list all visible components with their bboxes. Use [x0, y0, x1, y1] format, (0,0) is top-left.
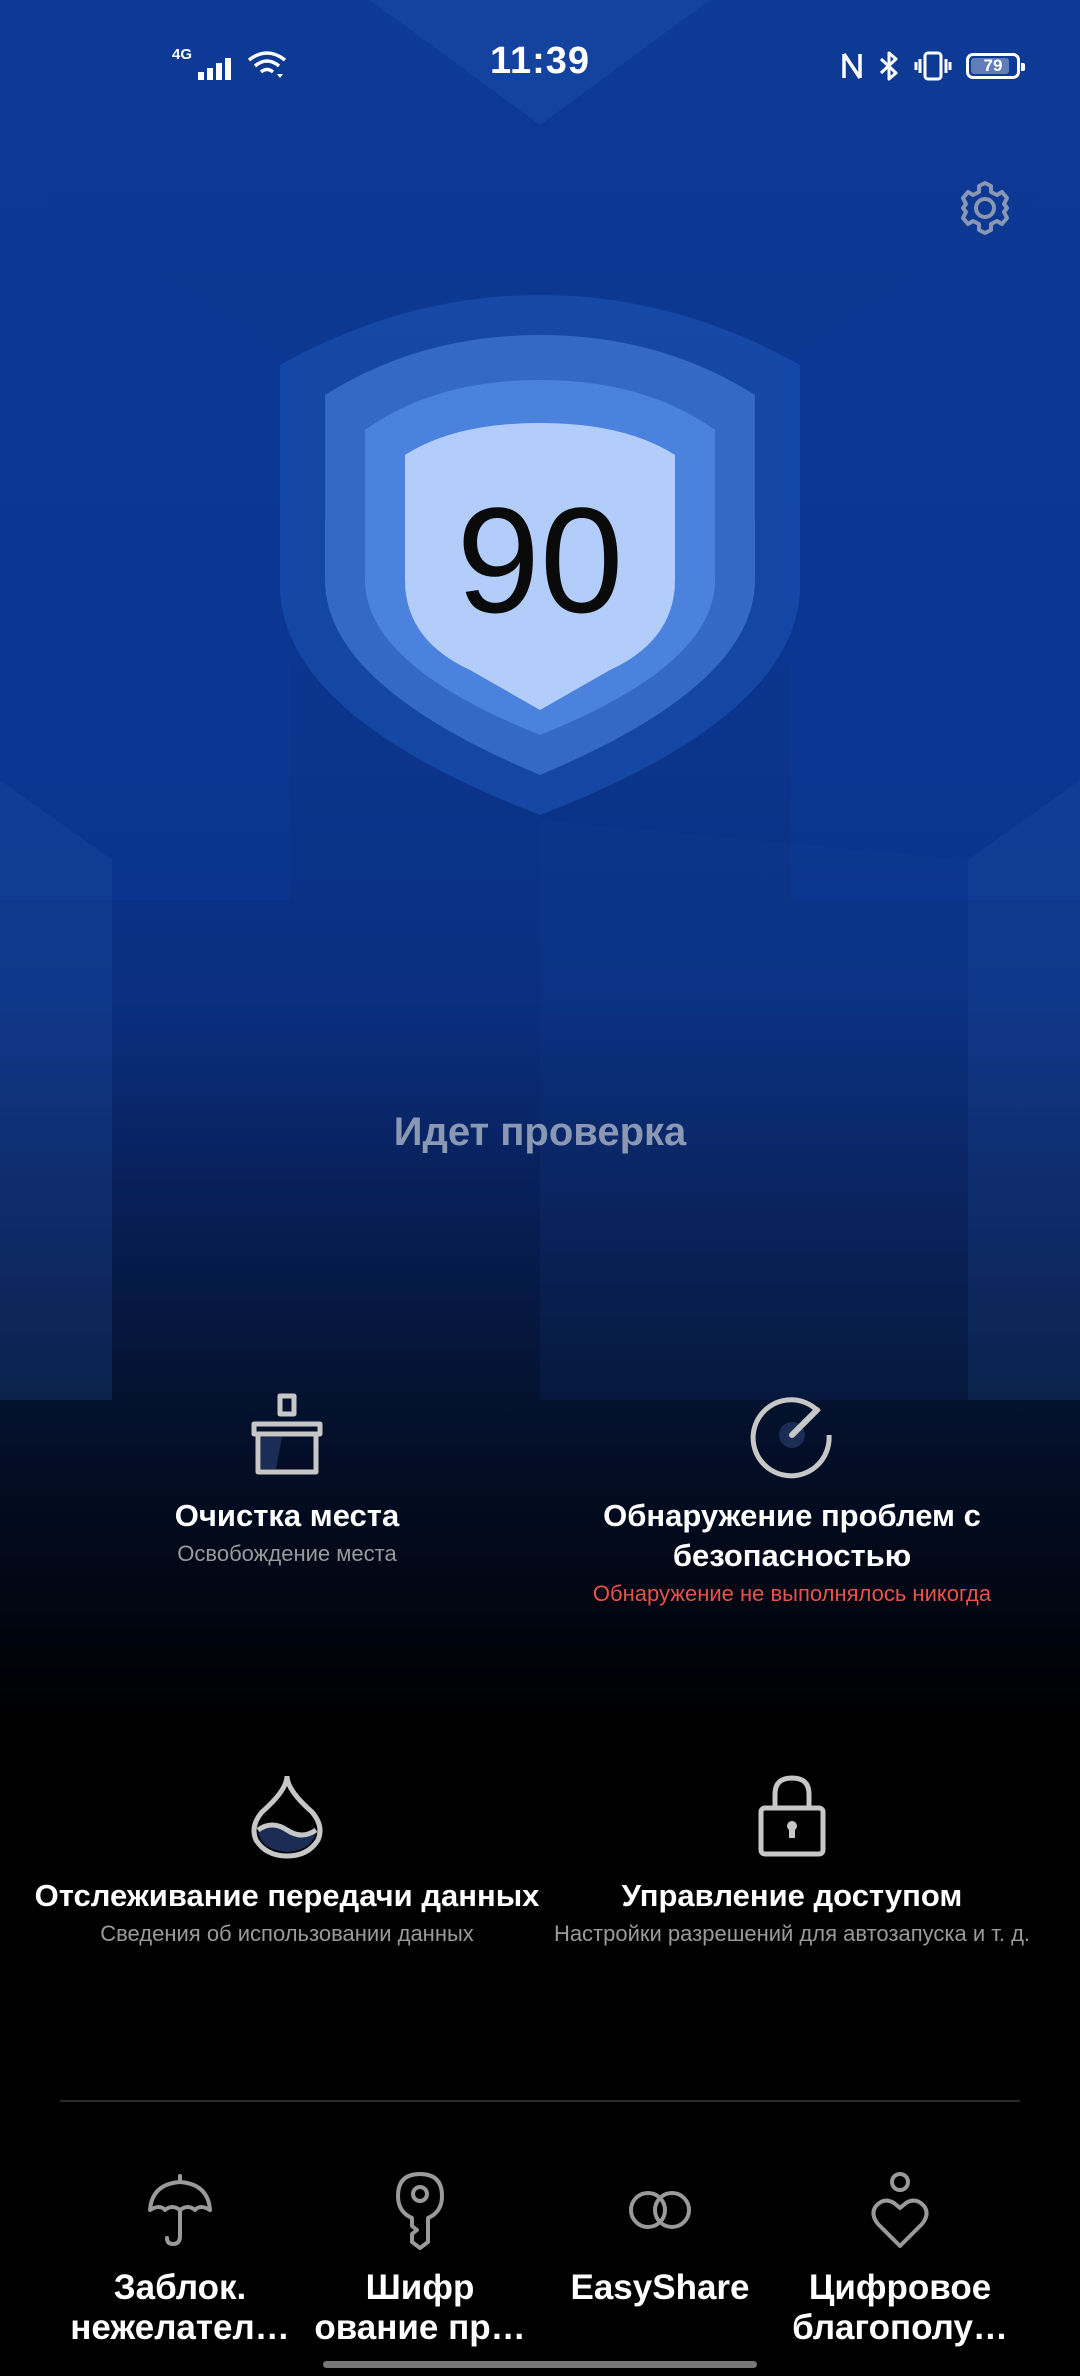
tool-label: Шифр ование пр… — [314, 2268, 526, 2347]
feature-security-scan[interactable]: Обнаружение проблем с безопасностью Обна… — [532, 1390, 1052, 1608]
nfc-icon — [842, 53, 862, 79]
home-indicator[interactable] — [323, 2361, 757, 2368]
status-bar: 4G 11:39 79 — [0, 0, 1080, 130]
tool-digital-wellbeing[interactable]: Цифровое благополу… — [780, 2170, 1020, 2348]
tool-label: EasyShare — [570, 2268, 750, 2307]
vibrate-icon — [914, 51, 952, 81]
status-right: 79 — [840, 46, 1025, 86]
feature-cleanup[interactable]: Очистка места Освобождение места — [27, 1390, 547, 1568]
broom-icon — [251, 1393, 323, 1475]
tool-easyshare[interactable]: EasyShare — [540, 2170, 780, 2308]
tool-label: Цифровое благополу… — [792, 2268, 1008, 2347]
battery-icon: 79 — [966, 53, 1025, 79]
tool-label: Заблок. нежелател… — [70, 2268, 290, 2347]
feature-access-control[interactable]: Управление доступом Настройки разрешений… — [532, 1770, 1052, 1948]
feature-title: Обнаружение проблем с безопасностью — [603, 1498, 981, 1573]
settings-button[interactable] — [955, 178, 1015, 238]
feature-title: Управление доступом — [621, 1878, 963, 1913]
gear-icon — [961, 181, 1009, 235]
battery-level: 79 — [983, 56, 1003, 75]
phone-manager-screen: 4G 11:39 79 90 Идет проверка Очистка мес… — [0, 0, 1080, 2376]
drop-icon — [251, 1775, 323, 1859]
section-divider — [60, 2100, 1020, 2102]
feature-subtitle: Настройки разрешений для автозапуска и т… — [553, 1921, 1031, 1946]
heart-person-icon — [871, 2172, 929, 2248]
security-score: 90 — [456, 476, 624, 644]
umbrella-icon — [148, 2174, 212, 2246]
key-icon — [396, 2172, 444, 2250]
tool-encryption[interactable]: Шифр ование пр… — [300, 2170, 540, 2348]
bluetooth-icon — [879, 51, 898, 81]
feature-title: Очистка места — [174, 1498, 400, 1533]
feature-subtitle: Сведения об использовании данных — [100, 1921, 474, 1946]
link-rings-icon — [629, 2191, 691, 2229]
feature-warning: Обнаружение не выполнялось никогда — [592, 1581, 992, 1606]
scan-status: Идет проверка — [393, 1110, 687, 1154]
feature-data-usage[interactable]: Отслеживание передачи данных Сведения об… — [27, 1770, 547, 1948]
gauge-icon — [750, 1397, 832, 1479]
feature-subtitle: Освобождение места — [177, 1541, 397, 1566]
lock-icon — [758, 1775, 826, 1857]
feature-title: Отслеживание передачи данных — [34, 1878, 540, 1913]
tool-spam-block[interactable]: Заблок. нежелател… — [60, 2170, 300, 2348]
